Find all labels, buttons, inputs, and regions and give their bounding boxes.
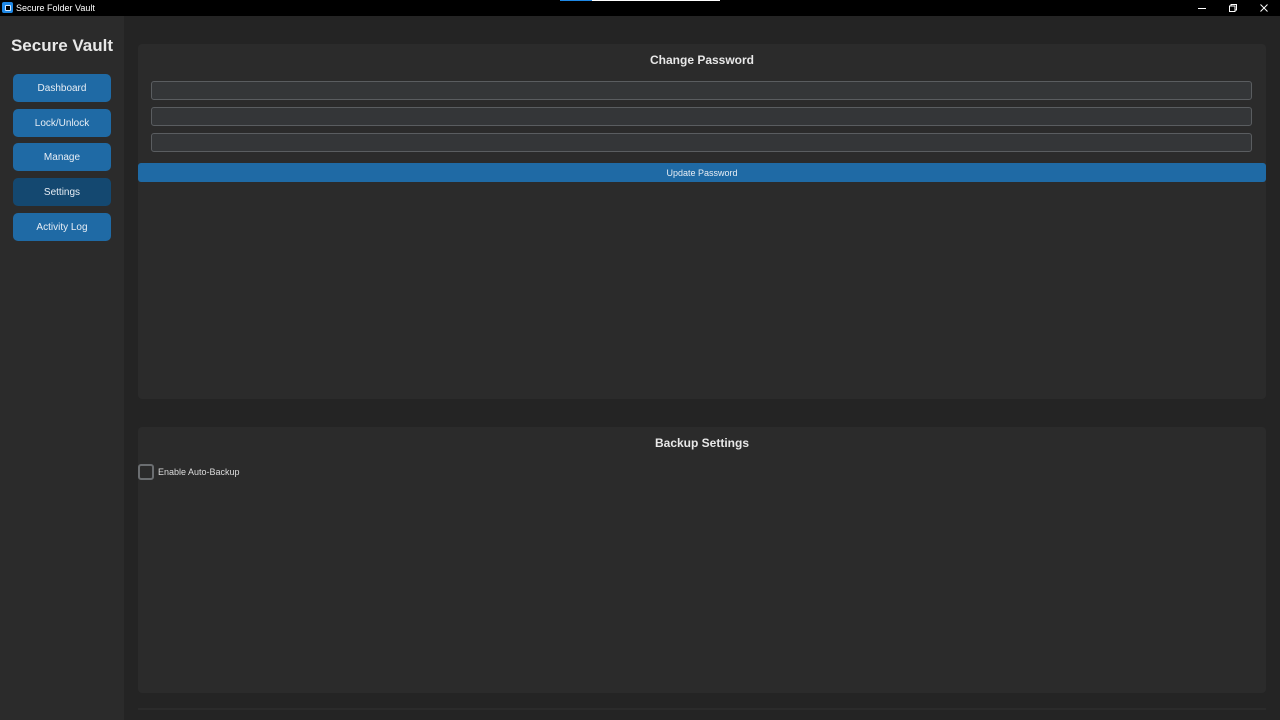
main-content: Change Password Update Password Backup S… — [124, 16, 1280, 720]
window-title: Secure Folder Vault — [16, 3, 95, 13]
title-bar: Secure Folder Vault — [0, 0, 1280, 16]
close-button[interactable] — [1249, 0, 1279, 16]
change-password-panel: Change Password Update Password — [138, 44, 1266, 399]
app-icon — [2, 2, 13, 13]
scroll-area-edge — [138, 708, 1266, 710]
taskbar-focus-indicator — [560, 0, 720, 1]
update-password-button[interactable]: Update Password — [138, 163, 1266, 182]
backup-settings-title: Backup Settings — [654, 436, 750, 450]
sidebar: Secure Vault Dashboard Lock/Unlock Manag… — [0, 16, 124, 720]
auto-backup-checkbox[interactable] — [138, 464, 154, 480]
backup-settings-panel: Backup Settings Enable Auto-Backup — [138, 427, 1266, 693]
brand-title: Secure Vault — [10, 36, 114, 55]
sidebar-item-settings[interactable]: Settings — [13, 178, 111, 206]
sidebar-item-activity-log[interactable]: Activity Log — [13, 213, 111, 241]
sidebar-item-dashboard[interactable]: Dashboard — [13, 74, 111, 102]
new-password-field[interactable] — [151, 107, 1252, 126]
auto-backup-label: Enable Auto-Backup — [158, 467, 240, 477]
sidebar-item-lock-unlock[interactable]: Lock/Unlock — [13, 109, 111, 137]
restore-icon — [1229, 4, 1237, 12]
minimize-icon — [1198, 8, 1206, 9]
change-password-title: Change Password — [649, 53, 755, 67]
close-icon — [1260, 4, 1268, 12]
sidebar-item-manage[interactable]: Manage — [13, 143, 111, 171]
restore-button[interactable] — [1218, 0, 1248, 16]
current-password-field[interactable] — [151, 81, 1252, 100]
minimize-button[interactable] — [1187, 0, 1217, 16]
auto-backup-row[interactable]: Enable Auto-Backup — [138, 464, 240, 480]
confirm-password-field[interactable] — [151, 133, 1252, 152]
